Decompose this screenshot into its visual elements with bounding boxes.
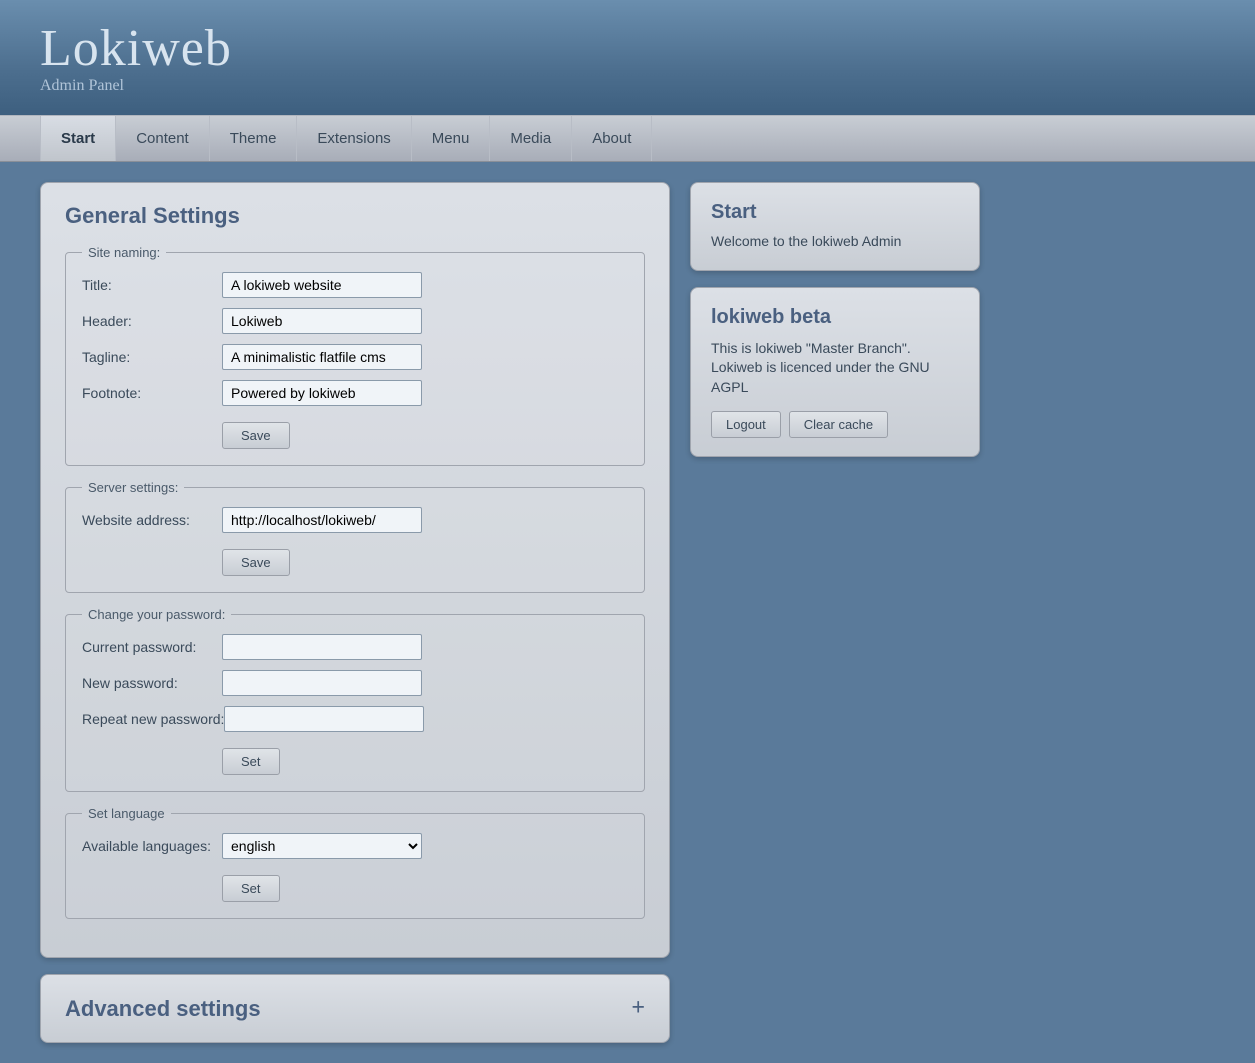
repeat-password-row: Repeat new password:	[82, 706, 628, 732]
site-naming-fieldset: Site naming: Title: Header: Tagline: Foo…	[65, 245, 645, 466]
website-address-row: Website address:	[82, 507, 628, 533]
current-password-label: Current password:	[82, 639, 222, 655]
tagline-input[interactable]	[222, 344, 422, 370]
nav-item-start[interactable]: Start	[40, 116, 116, 161]
title-label: Title:	[82, 277, 222, 293]
sidebar-start-title: Start	[711, 201, 959, 224]
sidebar-beta-card: lokiweb beta This is lokiweb "Master Bra…	[690, 287, 980, 458]
nav-item-theme[interactable]: Theme	[210, 116, 298, 161]
language-set-button[interactable]: Set	[222, 875, 280, 902]
header-input[interactable]	[222, 308, 422, 334]
footnote-row: Footnote:	[82, 380, 628, 406]
site-header: Lokiweb Admin Panel	[0, 0, 1255, 115]
language-set-row: Set	[82, 869, 628, 902]
nav-item-media[interactable]: Media	[490, 116, 572, 161]
available-languages-row: Available languages: english	[82, 833, 628, 859]
website-address-input[interactable]	[222, 507, 422, 533]
server-settings-legend: Server settings:	[82, 480, 184, 495]
header-row: Header:	[82, 308, 628, 334]
general-settings-card: General Settings Site naming: Title: Hea…	[40, 182, 670, 958]
repeat-password-label: Repeat new password:	[82, 711, 224, 727]
advanced-settings-card[interactable]: Advanced settings +	[40, 974, 670, 1043]
sidebar-beta-text: This is lokiweb "Master Branch". Lokiweb…	[711, 339, 959, 398]
sidebar: Start Welcome to the lokiweb Admin lokiw…	[690, 182, 980, 473]
footnote-label: Footnote:	[82, 385, 222, 401]
clear-cache-button[interactable]: Clear cache	[789, 411, 888, 438]
nav-item-menu[interactable]: Menu	[412, 116, 491, 161]
sidebar-start-card: Start Welcome to the lokiweb Admin	[690, 182, 980, 271]
site-naming-save-button[interactable]: Save	[222, 422, 290, 449]
title-input[interactable]	[222, 272, 422, 298]
current-password-input[interactable]	[222, 634, 422, 660]
title-row: Title:	[82, 272, 628, 298]
repeat-password-input[interactable]	[224, 706, 424, 732]
new-password-row: New password:	[82, 670, 628, 696]
sidebar-beta-title: lokiweb beta	[711, 306, 959, 329]
website-address-label: Website address:	[82, 512, 222, 528]
content-area: General Settings Site naming: Title: Hea…	[0, 162, 1255, 1063]
new-password-input[interactable]	[222, 670, 422, 696]
change-password-fieldset: Change your password: Current password: …	[65, 607, 645, 792]
nav-bar: Start Content Theme Extensions Menu Medi…	[0, 115, 1255, 162]
logout-button[interactable]: Logout	[711, 411, 781, 438]
server-settings-fieldset: Server settings: Website address: Save	[65, 480, 645, 593]
password-set-row: Set	[82, 742, 628, 775]
advanced-settings-title: Advanced settings	[65, 996, 261, 1022]
new-password-label: New password:	[82, 675, 222, 691]
language-select[interactable]: english	[222, 833, 422, 859]
set-language-legend: Set language	[82, 806, 171, 821]
tagline-label: Tagline:	[82, 349, 222, 365]
main-panel: General Settings Site naming: Title: Hea…	[40, 182, 670, 1043]
site-title: Lokiweb	[40, 20, 232, 77]
expand-icon: +	[631, 995, 645, 1022]
current-password-row: Current password:	[82, 634, 628, 660]
change-password-legend: Change your password:	[82, 607, 231, 622]
nav-item-about[interactable]: About	[572, 116, 652, 161]
site-naming-save-row: Save	[82, 416, 628, 449]
available-languages-label: Available languages:	[82, 838, 222, 854]
footnote-input[interactable]	[222, 380, 422, 406]
nav-item-content[interactable]: Content	[116, 116, 210, 161]
tagline-row: Tagline:	[82, 344, 628, 370]
site-subtitle: Admin Panel	[40, 77, 232, 95]
general-settings-title: General Settings	[65, 203, 645, 229]
server-save-button[interactable]: Save	[222, 549, 290, 576]
nav-item-extensions[interactable]: Extensions	[297, 116, 411, 161]
header-label: Header:	[82, 313, 222, 329]
server-save-row: Save	[82, 543, 628, 576]
sidebar-start-text: Welcome to the lokiweb Admin	[711, 232, 959, 252]
password-set-button[interactable]: Set	[222, 748, 280, 775]
sidebar-actions: Logout Clear cache	[711, 411, 959, 438]
set-language-fieldset: Set language Available languages: englis…	[65, 806, 645, 919]
site-naming-legend: Site naming:	[82, 245, 166, 260]
